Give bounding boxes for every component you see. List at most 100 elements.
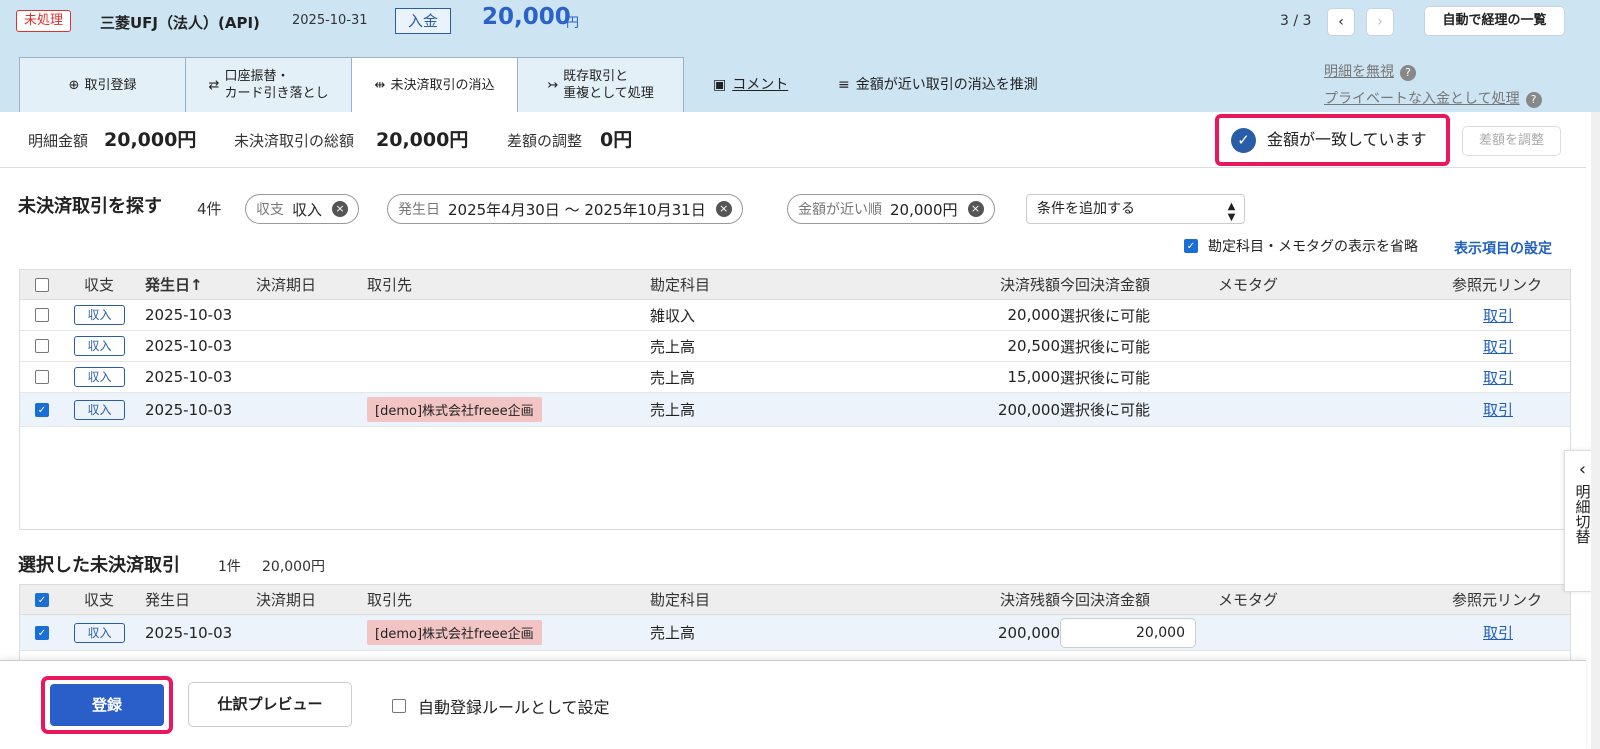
chip-label: 収支 <box>256 202 284 218</box>
adjust-difference-button[interactable]: 差額を調整 <box>1462 126 1561 156</box>
table-row[interactable]: 収入 2025-10-03 売上高 15,000 選択後に可能 取引 <box>20 362 1570 393</box>
search-title: 未決済取引を探す <box>18 196 162 217</box>
row-pay: 選択後に可能 <box>1060 401 1151 419</box>
transfer-icon: ⇄ <box>208 77 220 93</box>
register-button[interactable]: 登録 <box>50 684 164 726</box>
merge-icon: ⇹ <box>374 77 386 93</box>
row-checkbox[interactable]: ✓ <box>35 625 49 640</box>
private-link[interactable]: プライベートな入金として処理? <box>1324 88 1542 108</box>
detail-amount-label: 明細金額 <box>28 132 89 150</box>
row-account: 雑収入 <box>650 306 696 325</box>
check-circle-icon: ✓ <box>1231 128 1256 153</box>
auto-rule-checkbox[interactable] <box>392 699 406 713</box>
header-partner: 取引先 <box>367 276 413 294</box>
header-balance: 決済残額 <box>999 591 1060 609</box>
status-badge: 未処理 <box>16 10 72 32</box>
total-label: 未決済取引の総額 <box>234 132 355 150</box>
header-memo: メモタグ <box>1218 276 1279 294</box>
table-row[interactable]: 収入 2025-10-03 雑収入 20,000 選択後に可能 取引 <box>20 300 1570 331</box>
header-pay: 今回決済金額 <box>1060 591 1151 609</box>
omit-toggle[interactable]: ✓ 勘定科目・メモタグの表示を省略 <box>1184 236 1418 256</box>
tab-label: 取引登録 <box>84 77 137 93</box>
tab-duplicate[interactable]: ↣ 既存取引と 重複として処理 <box>517 57 684 112</box>
comment-label: コメント <box>732 77 789 93</box>
type-tag: 収入 <box>74 305 125 325</box>
header-date-sort[interactable]: 発生日 ↑ <box>145 270 203 299</box>
clear-icon[interactable]: × <box>715 201 732 217</box>
table-row[interactable]: 収入 2025-10-03 売上高 20,500 選択後に可能 取引 <box>20 331 1570 362</box>
pay-amount-input[interactable]: 20,000 <box>1060 617 1196 648</box>
selected-total: 20,000円 <box>262 559 325 575</box>
row-checkbox[interactable] <box>35 370 49 384</box>
header-partner: 取引先 <box>367 591 413 609</box>
header-account: 勘定科目 <box>650 591 711 609</box>
row-checkbox[interactable] <box>35 339 49 353</box>
tab-label: 既存取引と 重複として処理 <box>563 69 654 101</box>
auto-list-button[interactable]: 自動で経理の一覧 <box>1424 6 1565 36</box>
header-pay: 今回決済金額 <box>1060 276 1151 294</box>
ref-link[interactable]: 取引 <box>1483 305 1513 326</box>
transaction-type-badge: 入金 <box>395 8 452 34</box>
tab-label: 口座振替・ カード引き落とし <box>224 69 329 101</box>
comment-link[interactable]: ▣ コメント <box>713 74 788 94</box>
header-date: 発生日 <box>145 591 191 609</box>
tab-reconcile[interactable]: ⇹ 未決済取引の消込 <box>351 57 518 112</box>
private-label: プライベートな入金として処理 <box>1324 91 1520 107</box>
side-links: 明細を無視? プライベートな入金として処理? <box>1324 61 1542 115</box>
next-button[interactable]: › <box>1366 8 1394 36</box>
diff-value: 0円 <box>600 129 633 151</box>
header-type: 収支 <box>84 276 115 294</box>
tab-transfer[interactable]: ⇄ 口座振替・ カード引き落とし <box>185 57 352 112</box>
list-check-icon: ≡ <box>838 77 850 93</box>
ignore-link[interactable]: 明細を無視? <box>1324 61 1542 81</box>
help-icon[interactable]: ? <box>1525 92 1542 108</box>
row-checkbox[interactable] <box>35 308 49 322</box>
filter-chip-amount[interactable]: 金額が近い順 20,000円 × <box>787 194 995 224</box>
row-balance: 200,000 <box>997 400 1060 419</box>
header-memo: メモタグ <box>1218 591 1279 609</box>
journal-preview-button[interactable]: 仕訳プレビュー <box>188 682 352 727</box>
chevron-left-icon: ‹ <box>1338 14 1344 30</box>
chip-value: 20,000円 <box>890 200 958 219</box>
selected-title: 選択した未決済取引 <box>18 555 180 576</box>
table-header: ✓ 収支 発生日 決済期日 取引先 勘定科目 決済残額 今回決済金額 メモタグ … <box>20 585 1570 615</box>
ref-link[interactable]: 取引 <box>1483 336 1513 357</box>
tab-label: 未決済取引の消込 <box>390 77 495 93</box>
scrollbar[interactable] <box>1591 112 1600 749</box>
auto-rule-toggle[interactable]: 自動登録ルールとして設定 <box>392 694 610 718</box>
row-date: 2025-10-03 <box>145 337 233 355</box>
prev-button[interactable]: ‹ <box>1327 8 1355 36</box>
selected-table: ✓ 収支 発生日 決済期日 取引先 勘定科目 決済残額 今回決済金額 メモタグ … <box>19 584 1571 660</box>
table-header: 収支 発生日 ↑ 決済期日 取引先 勘定科目 決済残額 今回決済金額 メモタグ 参… <box>20 270 1570 300</box>
omit-checkbox[interactable]: ✓ <box>1184 239 1198 253</box>
select-all-checkbox[interactable]: ✓ <box>35 592 49 607</box>
unpaid-table: 収支 発生日 ↑ 決済期日 取引先 勘定科目 決済残額 今回決済金額 メモタグ 参… <box>19 269 1571 530</box>
ref-link[interactable]: 取引 <box>1483 622 1513 643</box>
display-settings-link[interactable]: 表示項目の設定 <box>1454 238 1552 258</box>
partner-tag: [demo]株式会社freee企画 <box>367 397 542 422</box>
add-condition-select[interactable]: 条件を追加する ▲▼ <box>1026 194 1245 224</box>
header-ref: 参照元リンク <box>1452 591 1543 609</box>
clear-icon[interactable]: × <box>332 201 349 217</box>
arrow-merge-icon: ↣ <box>547 77 559 93</box>
row-pay: 選択後に可能 <box>1060 368 1151 387</box>
header-due: 決済期日 <box>256 591 317 609</box>
select-value: 条件を追加する <box>1037 201 1135 217</box>
plus-circle-icon: ⊕ <box>68 77 80 93</box>
table-row-selected[interactable]: ✓ 収入 2025-10-03 [demo]株式会社freee企画 売上高 20… <box>20 615 1570 651</box>
comment-icon: ▣ <box>713 77 727 93</box>
filter-chip-type[interactable]: 収支 収入 × <box>245 194 360 224</box>
ref-link[interactable]: 取引 <box>1483 399 1513 420</box>
filter-chip-date[interactable]: 発生日 2025年4月30日 〜 2025年10月31日 × <box>387 194 743 224</box>
match-indicator: ✓ 金額が一致しています <box>1215 114 1450 166</box>
table-row-selected[interactable]: ✓ 収入 2025-10-03 [demo]株式会社freee企画 売上高 20… <box>20 393 1570 427</box>
guess-label: 金額が近い取引の消込を推測 <box>855 77 1038 93</box>
tab-register[interactable]: ⊕ 取引登録 <box>19 57 186 112</box>
row-checkbox[interactable]: ✓ <box>35 402 49 417</box>
select-all-checkbox[interactable] <box>35 277 49 292</box>
clear-icon[interactable]: × <box>967 201 984 217</box>
amount-unit: 円 <box>566 16 580 31</box>
guess-reconcile-link[interactable]: ≡ 金額が近い取引の消込を推測 <box>838 74 1038 94</box>
ref-link[interactable]: 取引 <box>1483 367 1513 388</box>
help-icon[interactable]: ? <box>1400 65 1416 81</box>
